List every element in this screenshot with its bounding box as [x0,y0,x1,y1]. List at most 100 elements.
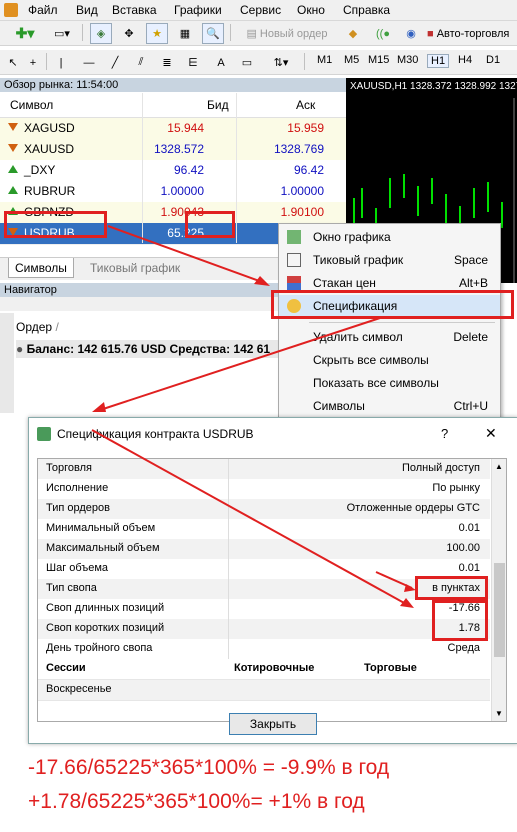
new-chart-button[interactable]: ✚▾ [6,23,44,44]
spec-key: День тройного свопа [46,642,153,654]
tab-symbols[interactable]: Символы [8,258,74,278]
sessions-header-row: Сессии Котировочные Торговые [38,659,490,680]
strategy-tester-button[interactable]: 🔍 [202,23,224,44]
up-arrow-icon [8,186,18,194]
menu-view[interactable]: Вид [76,3,98,17]
menu-window[interactable]: Окно [297,3,325,17]
scroll-up-icon[interactable]: ▲ [495,462,503,471]
market-row-xagusd[interactable]: XAGUSD 15.944 15.959 [0,118,346,140]
menu-item-delete-symbol[interactable]: Удалить символ Delete [279,326,500,349]
highlight-usdrub [4,211,107,238]
column-symbol[interactable]: Символ [10,98,53,112]
spec-key: Исполнение [46,482,109,494]
menu-tools[interactable]: Сервис [240,3,281,17]
app-logo-icon [4,3,18,17]
new-order-button[interactable]: ▤ Новый ордер [238,23,336,44]
table-row: Воскресенье [38,680,490,701]
menu-insert[interactable]: Вставка [112,3,157,17]
menu-item-chart-window[interactable]: Окно графика [279,226,500,249]
menu-item-show-all[interactable]: Показать все символы [279,372,500,395]
timeframe-m5[interactable]: M5 [344,54,359,66]
spec-key: Минимальный объем [46,522,156,534]
spec-row: Своп коротких позиций 1.78 [38,619,490,640]
scrollbar[interactable]: ▲ ▼ [491,459,506,721]
bid-cell: 15.944 [167,121,204,135]
symbol-cell: XAGUSD [24,121,75,135]
timeframe-m15[interactable]: M15 [368,54,389,66]
new-order-icon: ▤ [246,28,260,40]
terminal-sidebar [0,313,14,413]
signals-button[interactable]: ((● [372,23,394,44]
fibonacci-icon[interactable]: ≣ [158,52,176,73]
scroll-thumb[interactable] [494,563,505,657]
menu-bar: Файл Вид Вставка Графики Сервис Окно Спр… [0,0,517,21]
menu-item-hide-all[interactable]: Скрыть все символы [279,349,500,372]
menu-charts[interactable]: Графики [174,3,222,17]
profiles-button[interactable]: ▭▾ [46,23,78,44]
down-arrow-icon [8,144,18,152]
spec-row: Минимальный объем 0.01 [38,519,490,540]
market-row-dxy[interactable]: _DXY 96.42 96.42 [0,160,346,182]
order-column-header[interactable]: Ордер / [16,320,59,334]
menu-item-symbols[interactable]: Символы Ctrl+U [279,395,500,418]
highlight-bid [185,211,235,238]
timeframe-h1[interactable]: H1 [427,54,450,68]
spec-row: День тройного свопа Среда [38,639,490,660]
vertical-line-icon[interactable]: | [52,52,70,73]
ask-cell: 1.90100 [280,205,324,219]
symbol-cell: RUBRUR [24,184,76,198]
data-window-button[interactable]: ✥ [118,23,140,44]
tab-tick-chart[interactable]: Тиковый график [84,258,186,278]
bid-cell: 1328.572 [153,142,204,156]
tick-chart-icon [287,253,301,267]
menu-help[interactable]: Справка [343,3,390,17]
text-icon[interactable]: A [212,52,230,73]
spec-row: Своп длинных позиций -17.66 [38,599,490,620]
timeframe-m30[interactable]: M30 [397,54,418,66]
spec-value: 0.01 [458,522,480,534]
dialog-title: Спецификация контракта USDRUB [57,427,254,441]
navigator-button[interactable]: ★ [146,23,168,44]
menu-item-tick-chart[interactable]: Тиковый график Space [279,249,500,272]
highlight-swap-type [415,576,488,600]
column-ask[interactable]: Аск [296,98,315,112]
balance-bullet-icon: ● [16,342,27,356]
symbol-cell: XAUUSD [24,142,75,156]
trendline-icon[interactable]: ╱ [106,52,124,73]
help-button[interactable]: ? [441,426,448,441]
spec-row: Торговля Полный доступ [38,459,490,480]
spec-key: Максимальный объем [46,542,160,554]
arrows-icon[interactable]: ⇅▾ [266,52,296,73]
ask-cell: 15.959 [287,121,324,135]
symbol-cell: _DXY [24,163,56,177]
timeframe-d1[interactable]: D1 [486,54,500,66]
menu-file[interactable]: Файл [28,3,58,17]
spec-key: Тип свопа [46,582,97,594]
depth-of-market-icon [287,276,301,290]
cursor-icon[interactable]: ↖ [4,52,22,73]
horizontal-line-icon[interactable]: — [80,52,98,73]
navigator-title: Навигатор [0,283,290,297]
highlight-swap-values [432,600,488,641]
highlight-specification [271,290,514,319]
close-icon[interactable]: ✕ [485,425,497,442]
spec-value: Отложенные ордеры GTC [346,502,480,514]
channel-icon[interactable]: ⫽ [132,52,150,73]
scroll-down-icon[interactable]: ▼ [495,709,503,718]
market-row-rubrur[interactable]: RUBRUR 1.00000 1.00000 [0,181,346,203]
market-watch-button[interactable]: ◈ [90,23,112,44]
auto-trading-button[interactable]: ■ Авто-торговля [426,23,517,44]
chart-window-icon [287,230,301,244]
crosshair-icon[interactable]: + [24,52,42,73]
metaeditor-button[interactable]: ◆ [342,23,364,44]
fibo-fan-icon[interactable]: ⋿ [184,52,202,73]
terminal-button[interactable]: ▦ [174,23,196,44]
market-row-xauusd[interactable]: XAUUSD 1328.572 1328.769 [0,139,346,161]
text-label-icon[interactable]: ▭ [238,52,256,73]
balance-row: ● Баланс: 142 615.76 USD Средства: 142 6… [16,340,286,358]
close-button[interactable]: Закрыть [229,713,317,735]
column-bid[interactable]: Бид [207,98,229,112]
market-button[interactable]: ◉ [400,23,422,44]
timeframe-m1[interactable]: M1 [317,54,332,66]
timeframe-h4[interactable]: H4 [458,54,472,66]
